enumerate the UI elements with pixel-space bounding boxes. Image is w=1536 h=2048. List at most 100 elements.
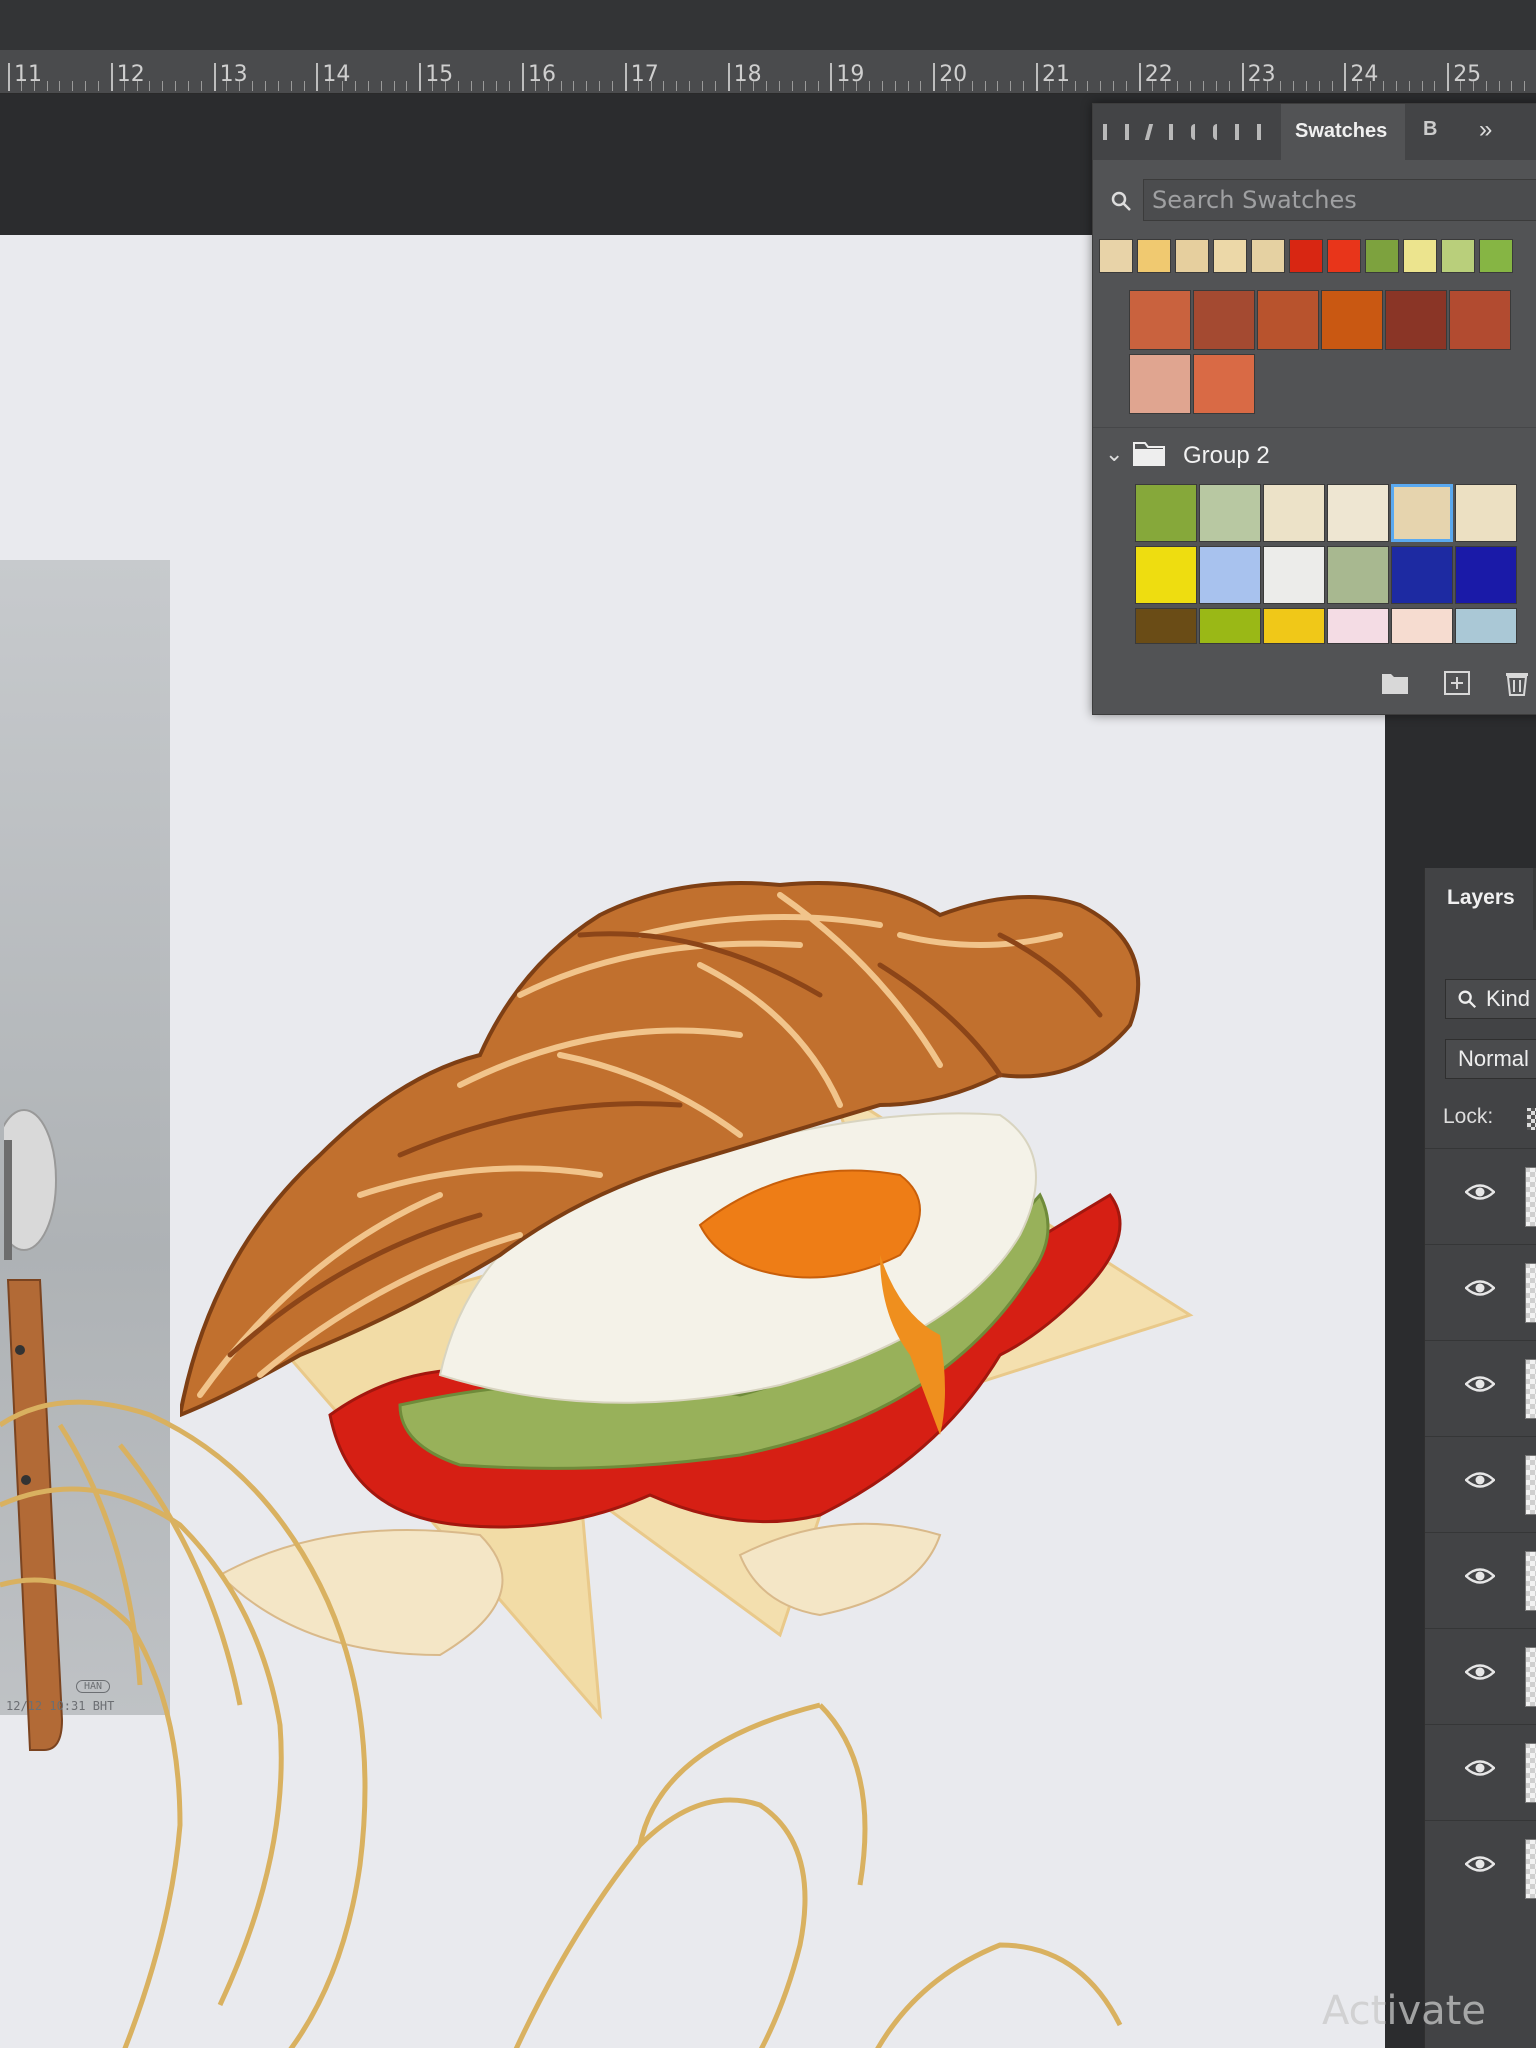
visibility-eye-icon[interactable] (1465, 1853, 1495, 1875)
swatch[interactable] (1135, 546, 1197, 604)
swatch[interactable] (1455, 484, 1517, 542)
ruler-minor-tick (946, 81, 948, 91)
collapsed-tab-icon[interactable] (1257, 124, 1261, 140)
visibility-eye-icon[interactable] (1465, 1181, 1495, 1203)
swatch[interactable] (1327, 546, 1389, 604)
expand-panels-icon[interactable]: » (1479, 116, 1492, 144)
ruler-number: 11 (14, 62, 42, 87)
layer-thumbnail[interactable] (1525, 1359, 1536, 1419)
ruler-minor-tick (894, 81, 896, 91)
visibility-eye-icon[interactable] (1465, 1277, 1495, 1299)
layer-thumbnail[interactable] (1525, 1743, 1536, 1803)
swatch[interactable] (1135, 608, 1197, 644)
swatch[interactable] (1455, 608, 1517, 644)
collapsed-tab-icon[interactable] (1103, 124, 1107, 140)
layer-thumbnail[interactable] (1525, 1455, 1536, 1515)
swatch[interactable] (1213, 239, 1247, 273)
swatch[interactable] (1251, 239, 1285, 273)
swatch[interactable] (1441, 239, 1475, 273)
tab-extra[interactable]: B (1423, 118, 1437, 141)
layer-row[interactable] (1425, 1628, 1536, 1722)
swatch[interactable] (1455, 546, 1517, 604)
ruler-minor-tick (175, 81, 177, 91)
layer-row[interactable] (1425, 1148, 1536, 1242)
visibility-eye-icon[interactable] (1465, 1469, 1495, 1491)
swatch[interactable] (1365, 239, 1399, 273)
tab-layers[interactable]: Layers (1425, 868, 1533, 930)
collapsed-tab-icon[interactable] (1235, 124, 1239, 140)
swatch[interactable] (1391, 608, 1453, 644)
visibility-eye-icon[interactable] (1465, 1757, 1495, 1779)
visibility-eye-icon[interactable] (1465, 1661, 1495, 1683)
swatch[interactable] (1263, 484, 1325, 542)
swatch[interactable] (1099, 239, 1133, 273)
collapsed-tab-icon[interactable] (1213, 124, 1217, 140)
swatch[interactable] (1289, 239, 1323, 273)
visibility-eye-icon[interactable] (1465, 1565, 1495, 1587)
swatch[interactable] (1137, 239, 1171, 273)
layer-row[interactable] (1425, 1436, 1536, 1530)
layers-tab-bar: Layers (1425, 868, 1536, 930)
collapsed-tab-icon[interactable] (1144, 124, 1154, 140)
swatch[interactable] (1257, 290, 1319, 350)
layer-filter-kind[interactable]: Kind (1445, 979, 1536, 1019)
ruler-minor-tick (444, 81, 446, 91)
swatch[interactable] (1385, 290, 1447, 350)
swatch[interactable] (1129, 354, 1191, 414)
activate-windows-watermark: Activate (1322, 1988, 1486, 2034)
ruler-minor-tick (907, 81, 909, 91)
swatch[interactable] (1327, 239, 1361, 273)
swatch[interactable] (1129, 290, 1191, 350)
swatch[interactable] (1199, 608, 1261, 644)
new-group-folder-icon[interactable] (1381, 670, 1409, 696)
swatch[interactable] (1327, 484, 1389, 542)
group-2-header[interactable]: ⌄ Group 2 (1093, 427, 1536, 483)
swatch[interactable] (1199, 484, 1261, 542)
swatch[interactable] (1175, 239, 1209, 273)
layer-thumbnail[interactable] (1525, 1167, 1536, 1227)
ruler-minor-tick (329, 81, 331, 91)
ruler-minor-tick (766, 81, 768, 91)
blend-mode-select[interactable]: Normal (1445, 1039, 1536, 1079)
ruler-minor-tick (1395, 81, 1397, 91)
layer-row[interactable] (1425, 1340, 1536, 1434)
layer-thumbnail[interactable] (1525, 1839, 1536, 1899)
swatch[interactable] (1263, 546, 1325, 604)
swatch[interactable] (1193, 354, 1255, 414)
ruler-major-tick (1138, 63, 1141, 91)
swatch[interactable] (1391, 546, 1453, 604)
layer-row[interactable] (1425, 1532, 1536, 1626)
collapsed-tab-icon[interactable] (1191, 124, 1195, 140)
layer-row[interactable] (1425, 1820, 1536, 1914)
swatch[interactable] (1193, 290, 1255, 350)
layer-row[interactable] (1425, 1244, 1536, 1338)
trash-icon[interactable] (1503, 670, 1531, 696)
layer-row[interactable] (1425, 1724, 1536, 1818)
layer-thumbnail[interactable] (1525, 1551, 1536, 1611)
layer-thumbnail[interactable] (1525, 1647, 1536, 1707)
search-swatches-input[interactable]: Search Swatches (1143, 179, 1536, 221)
swatch[interactable] (1403, 239, 1437, 273)
swatch-selected[interactable] (1391, 484, 1453, 542)
swatch[interactable] (1199, 546, 1261, 604)
ruler-major-tick (1241, 63, 1244, 91)
swatch[interactable] (1449, 290, 1511, 350)
horizontal-ruler[interactable]: 11 12 13 14 15 16 17 18 19 20 21 22 23 24 25 (0, 50, 1536, 94)
ruler-major-tick (8, 63, 10, 91)
tab-swatches[interactable]: Swatches (1281, 104, 1405, 160)
layer-thumbnail[interactable] (1525, 1263, 1536, 1323)
visibility-eye-icon[interactable] (1465, 1373, 1495, 1395)
swatch[interactable] (1263, 608, 1325, 644)
lock-transparent-pixels-icon[interactable] (1527, 1108, 1536, 1130)
swatch[interactable] (1321, 290, 1383, 350)
swatch[interactable] (1479, 239, 1513, 273)
collapsed-tab-icon[interactable] (1169, 124, 1173, 140)
collapsed-tab-icon[interactable] (1125, 124, 1129, 140)
chevron-down-icon[interactable]: ⌄ (1105, 441, 1123, 467)
lock-label: Lock: (1443, 1105, 1494, 1128)
swatch[interactable] (1135, 484, 1197, 542)
ruler-minor-tick (1293, 81, 1294, 91)
swatch[interactable] (1327, 608, 1389, 644)
new-swatch-icon[interactable] (1443, 670, 1471, 696)
ruler-minor-tick (1113, 81, 1115, 91)
